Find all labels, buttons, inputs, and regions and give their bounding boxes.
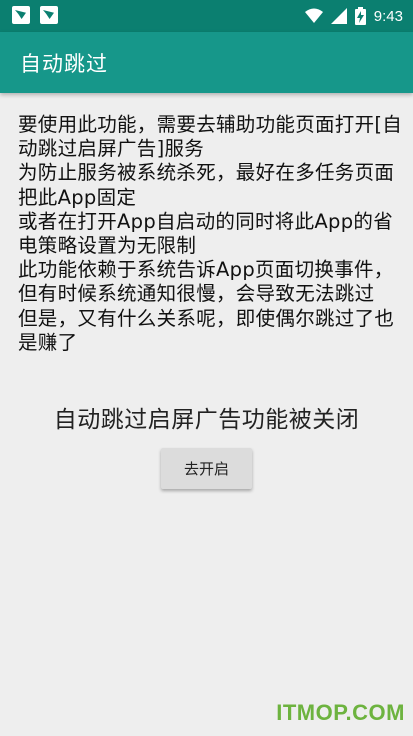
app-notification-icon xyxy=(12,6,30,24)
signal-icon xyxy=(330,8,347,24)
enable-button[interactable]: 去开启 xyxy=(161,448,252,489)
feature-status-text: 自动跳过启屏广告功能被关闭 xyxy=(53,407,360,433)
wifi-icon xyxy=(304,8,323,23)
watermark: ITMOP.COM xyxy=(276,700,405,725)
app-bar: 自动跳过 xyxy=(0,32,413,93)
app-title: 自动跳过 xyxy=(20,52,108,76)
notification-icons xyxy=(12,6,58,24)
system-icons: 9:43 xyxy=(304,0,403,32)
battery-charging-icon xyxy=(354,7,366,25)
description-text: 要使用此功能，需要去辅助功能页面打开[自动跳过启屏广告]服务 为防止服务被系统杀… xyxy=(18,113,403,354)
status-time: 9:43 xyxy=(373,7,403,25)
app-notification-icon xyxy=(40,6,58,24)
status-bar: 9:43 xyxy=(0,0,413,32)
